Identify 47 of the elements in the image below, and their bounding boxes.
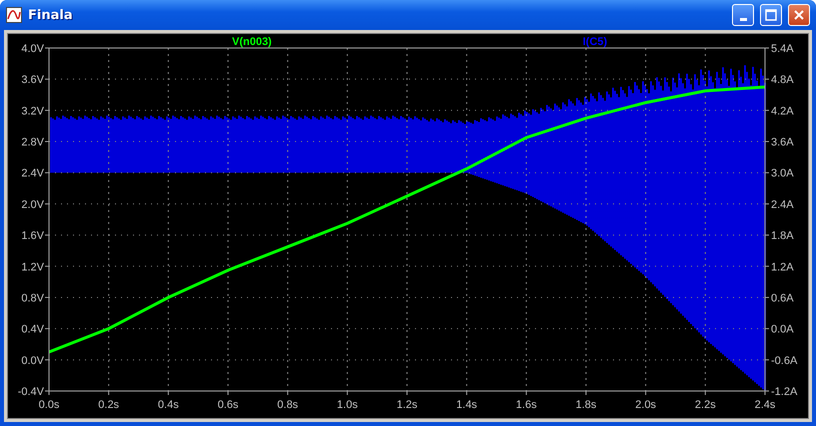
axis-tick-label: 0.8V: [21, 292, 44, 304]
axis-tick-label: 0.0V: [21, 354, 44, 367]
close-icon: [793, 9, 805, 21]
axis-tick-label: 1.4s: [456, 399, 478, 411]
legend-label: I(C5): [582, 36, 608, 48]
axis-tick-label: 4.2A: [771, 105, 794, 118]
axis-tick-label: -1.2A: [771, 386, 798, 398]
axis-tick-label: -0.4V: [18, 386, 44, 398]
axis-tick-label: 1.2A: [771, 261, 794, 274]
axis-tick-label: 2.4V: [21, 168, 44, 180]
legend-label: V(n003): [232, 36, 272, 48]
axis-tick-label: 0.0s: [38, 399, 60, 411]
maximize-icon: [765, 9, 777, 21]
axis-tick-label: 3.2V: [21, 105, 44, 118]
axis-tick-label: 2.0V: [21, 198, 44, 211]
axis-tick-label: 3.0A: [771, 168, 794, 180]
minimize-button[interactable]: [732, 4, 754, 26]
maximize-button[interactable]: [760, 4, 782, 26]
axis-tick-label: 1.6s: [516, 399, 537, 411]
axis-tick-label: 3.6V: [21, 74, 44, 86]
axis-tick-label: 2.2s: [694, 399, 716, 411]
axis-tick-label: 0.8s: [277, 399, 298, 411]
axis-tick-label: 2.8V: [21, 136, 44, 149]
axis-tick-label: 1.0s: [336, 399, 358, 411]
axis-tick-label: 0.6A: [771, 292, 794, 304]
axis-tick-label: 5.4A: [771, 43, 794, 55]
axis-tick-label: 0.4V: [21, 324, 44, 336]
axis-tick-label: 1.2V: [21, 261, 44, 274]
minimize-icon: [740, 18, 746, 20]
axis-tick-label: 0.0A: [771, 324, 794, 336]
axis-tick-label: 1.8A: [771, 230, 794, 242]
axis-tick-label: 3.6A: [771, 136, 794, 149]
axis-tick-label: 2.0s: [635, 399, 656, 411]
axis-tick-label: 4.8A: [771, 74, 794, 86]
axis-tick-label: 1.2s: [396, 399, 418, 411]
waveform-icon: [6, 7, 22, 23]
axis-tick-label: 0.4s: [158, 399, 179, 411]
axis-tick-label: 0.6s: [218, 399, 238, 411]
axis-tick-label: 2.4A: [771, 198, 794, 211]
axis-tick-label: 1.8s: [576, 399, 596, 411]
axis-tick-label: 0.2s: [98, 399, 120, 411]
axis-tick-label: 4.0V: [21, 43, 44, 55]
axis-tick-label: 2.4s: [754, 399, 776, 411]
close-button[interactable]: [788, 4, 810, 26]
window-title: Finala: [28, 8, 74, 22]
axis-tick-label: 1.6V: [21, 230, 44, 242]
axis-tick-label: -0.6A: [771, 354, 798, 367]
